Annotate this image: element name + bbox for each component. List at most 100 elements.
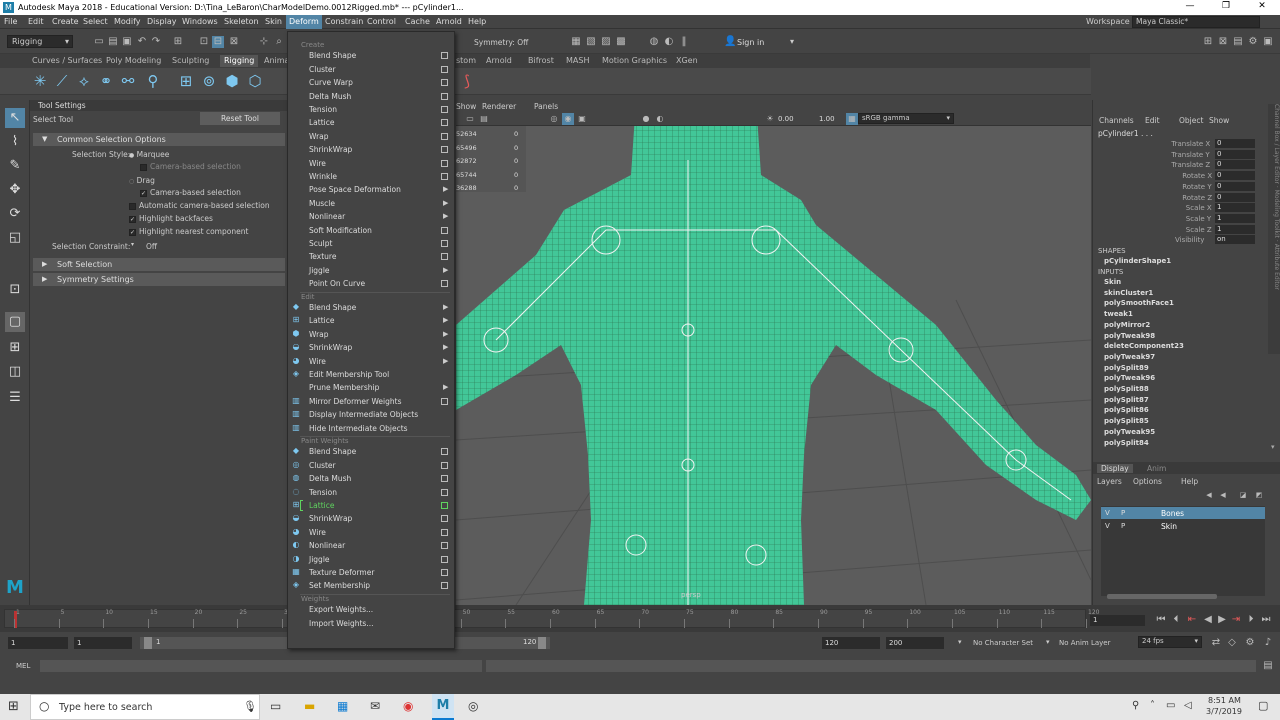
loop-icon[interactable]: ⇄ [1210, 637, 1222, 649]
menu-file[interactable]: File [4, 17, 17, 26]
channel-menu-edit[interactable]: Edit [1145, 116, 1160, 125]
deform-edit-mirror-deformer-weights-item[interactable]: Mirror Deformer Weights [309, 397, 401, 406]
lattice-icon[interactable]: ⊞ [176, 71, 196, 91]
deform-create-wrap-item[interactable]: Wrap [309, 132, 329, 141]
end-time-field[interactable]: 200 [886, 637, 944, 649]
shelf-tab-xgen[interactable]: XGen [676, 56, 698, 65]
menu-skin[interactable]: Skin [265, 17, 282, 26]
highlight-backfaces-checkbox[interactable]: ✓ Highlight backfaces [129, 214, 213, 223]
deform-edit-hide-intermediate-objects-item[interactable]: Hide Intermediate Objects [309, 424, 408, 433]
taskbar-search[interactable]: ○ Type here to search 🎙 [30, 694, 260, 720]
input-node[interactable]: polyTweak98 [1104, 332, 1155, 340]
channel-menu-object[interactable]: Object [1179, 116, 1203, 125]
deform-create-wrap-option-box-icon[interactable] [441, 132, 448, 140]
select-by-type-icon[interactable]: ⊠ [228, 36, 240, 48]
character-mesh[interactable] [456, 100, 1091, 605]
marquee-radio[interactable]: ● Marquee [129, 150, 169, 159]
shelf-tab-stom[interactable]: stom [456, 56, 476, 65]
go-to-end-icon[interactable]: ⏭ [1260, 614, 1272, 626]
minimize-icon[interactable]: — [1172, 1, 1208, 14]
input-node[interactable]: polyTweak95 [1104, 428, 1155, 436]
new-layer-icon[interactable]: ◪ [1237, 489, 1249, 501]
lasso-tool-icon[interactable]: ⌇ [5, 132, 25, 152]
input-node[interactable]: polySplit89 [1104, 364, 1149, 372]
range-start-handle[interactable] [144, 637, 152, 649]
deform-paint-weights-blend-shape-item[interactable]: Blend Shape [309, 447, 356, 456]
channel-attr-value[interactable]: 1 [1215, 213, 1255, 223]
render-current-icon[interactable]: ▧ [585, 36, 597, 48]
exposure-value[interactable]: 0.00 [778, 115, 794, 123]
time-slider[interactable]: 1 ⏮ ⏴ ⇤ ◀ ▶ ⇥ ⏵ ⏭ 1510152025303540455055… [0, 605, 1280, 632]
chrome-icon[interactable]: ◉ [403, 699, 413, 713]
deform-paint-weights-blend-shape-option-box-icon[interactable] [441, 448, 448, 456]
viewport-menu-show[interactable]: Show [456, 102, 476, 111]
deform-edit-shrinkwrap-submenu-arrow-icon[interactable]: ▶ [443, 343, 448, 351]
anim-tab[interactable]: Anim [1147, 464, 1166, 473]
input-node[interactable]: polyTweak97 [1104, 353, 1155, 361]
deform-create-cluster-option-box-icon[interactable] [441, 65, 448, 73]
channel-attr-value[interactable]: 0 [1215, 171, 1255, 181]
wrap-icon[interactable]: ⬢ [222, 71, 242, 91]
input-node[interactable]: polySplit88 [1104, 385, 1149, 393]
channel-attr-value[interactable]: 0 [1215, 149, 1255, 159]
character-set-dropdown[interactable]: No Character Set [973, 639, 1033, 647]
deform-paint-weights-shrinkwrap-item[interactable]: ShrinkWrap [309, 514, 352, 523]
input-node[interactable]: polySplit84 [1104, 439, 1149, 447]
ik-spline-icon[interactable]: ⟡ [74, 71, 94, 91]
deform-create-tension-item[interactable]: Tension [309, 105, 337, 114]
go-to-start-icon[interactable]: ⏮ [1155, 614, 1167, 626]
menu-set-dropdown[interactable]: Rigging ▾ [7, 35, 73, 48]
save-scene-icon[interactable]: ▣ [121, 36, 133, 48]
drag-radio[interactable]: ○ Drag [129, 176, 155, 185]
playback-end-field[interactable]: 120 [822, 637, 880, 649]
deform-paint-weights-tension-option-box-icon[interactable] [441, 488, 448, 496]
cluster-icon[interactable]: ⊚ [199, 71, 219, 91]
paint-select-icon[interactable]: ✎ [5, 156, 25, 176]
pause-icon[interactable]: ‖ [678, 36, 690, 48]
symmetry-settings-header[interactable]: ▶ Symmetry Settings [33, 273, 285, 286]
layer-playback-toggle[interactable]: P [1121, 509, 1125, 517]
layer-menu-help[interactable]: Help [1181, 477, 1198, 486]
deform-paint-weights-set-membership-option-box-icon[interactable] [441, 582, 448, 590]
layer-name[interactable]: Bones [1161, 509, 1184, 518]
anim-layer-dropdown[interactable]: No Anim Layer [1059, 639, 1110, 647]
deform-paint-weights-wire-option-box-icon[interactable] [441, 528, 448, 536]
menu-modify[interactable]: Modify [114, 17, 141, 26]
deform-create-lattice-item[interactable]: Lattice [309, 118, 334, 127]
deform-paint-weights-tension-item[interactable]: Tension [309, 488, 337, 497]
deform-paint-weights-jiggle-item[interactable]: Jiggle [309, 555, 330, 564]
windows-start-icon[interactable]: ⊞ [8, 699, 19, 714]
camera-based-checkbox-2[interactable]: ✓ Camera-based selection [140, 188, 241, 197]
rotate-tool-icon[interactable]: ⟳ [5, 204, 25, 224]
exposure-icon[interactable]: ☀ [764, 113, 776, 125]
layer-scrollbar[interactable] [1107, 594, 1217, 599]
menu-deform[interactable]: Deform [286, 15, 322, 29]
perspective-viewport[interactable]: persp 52634 0 65496 0 62872 0 65744 0 36288 0 [456, 100, 1091, 605]
deform-create-blend-shape-option-box-icon[interactable] [441, 52, 448, 60]
wireframe-icon[interactable]: ◎ [548, 113, 560, 125]
step-forward-key-icon[interactable]: ⇥ [1230, 614, 1242, 626]
shelf-tab-arnold[interactable]: Arnold [486, 56, 512, 65]
new-scene-icon[interactable]: ▭ [93, 36, 105, 48]
layer-name[interactable]: Skin [1161, 522, 1177, 531]
single-view-icon[interactable]: ▢ [5, 312, 25, 332]
deform-create-point-on-curve-option-box-icon[interactable] [441, 280, 448, 288]
volume-icon[interactable]: ◁ [1184, 700, 1192, 711]
input-node[interactable]: polyMirror2 [1104, 321, 1150, 329]
start-time-field[interactable]: 1 [8, 637, 68, 649]
channel-attr-value[interactable]: on [1215, 235, 1255, 245]
step-forward-icon[interactable]: ⏵ [1245, 614, 1257, 626]
deform-create-cluster-item[interactable]: Cluster [309, 65, 336, 74]
common-selection-options-header[interactable]: ▼ Common Selection Options [33, 133, 285, 146]
channel-attr-value[interactable]: 0 [1215, 181, 1255, 191]
panel-layout-icon[interactable]: ⊞ [1202, 36, 1214, 48]
deform-create-nonlinear-submenu-arrow-icon[interactable]: ▶ [443, 212, 448, 220]
tool-settings-icon[interactable]: ⚙ [1247, 36, 1259, 48]
deform-create-sculpt-item[interactable]: Sculpt [309, 239, 332, 248]
deform-edit-wire-submenu-arrow-icon[interactable]: ▶ [443, 357, 448, 365]
deform-edit-prune-membership-submenu-arrow-icon[interactable]: ▶ [443, 383, 448, 391]
maximize-icon[interactable]: ❐ [1208, 1, 1244, 14]
clock-time[interactable]: 8:51 AM [1208, 696, 1241, 705]
deform-edit-shrinkwrap-item[interactable]: ShrinkWrap [309, 343, 352, 352]
step-back-key-icon[interactable]: ⇤ [1186, 614, 1198, 626]
